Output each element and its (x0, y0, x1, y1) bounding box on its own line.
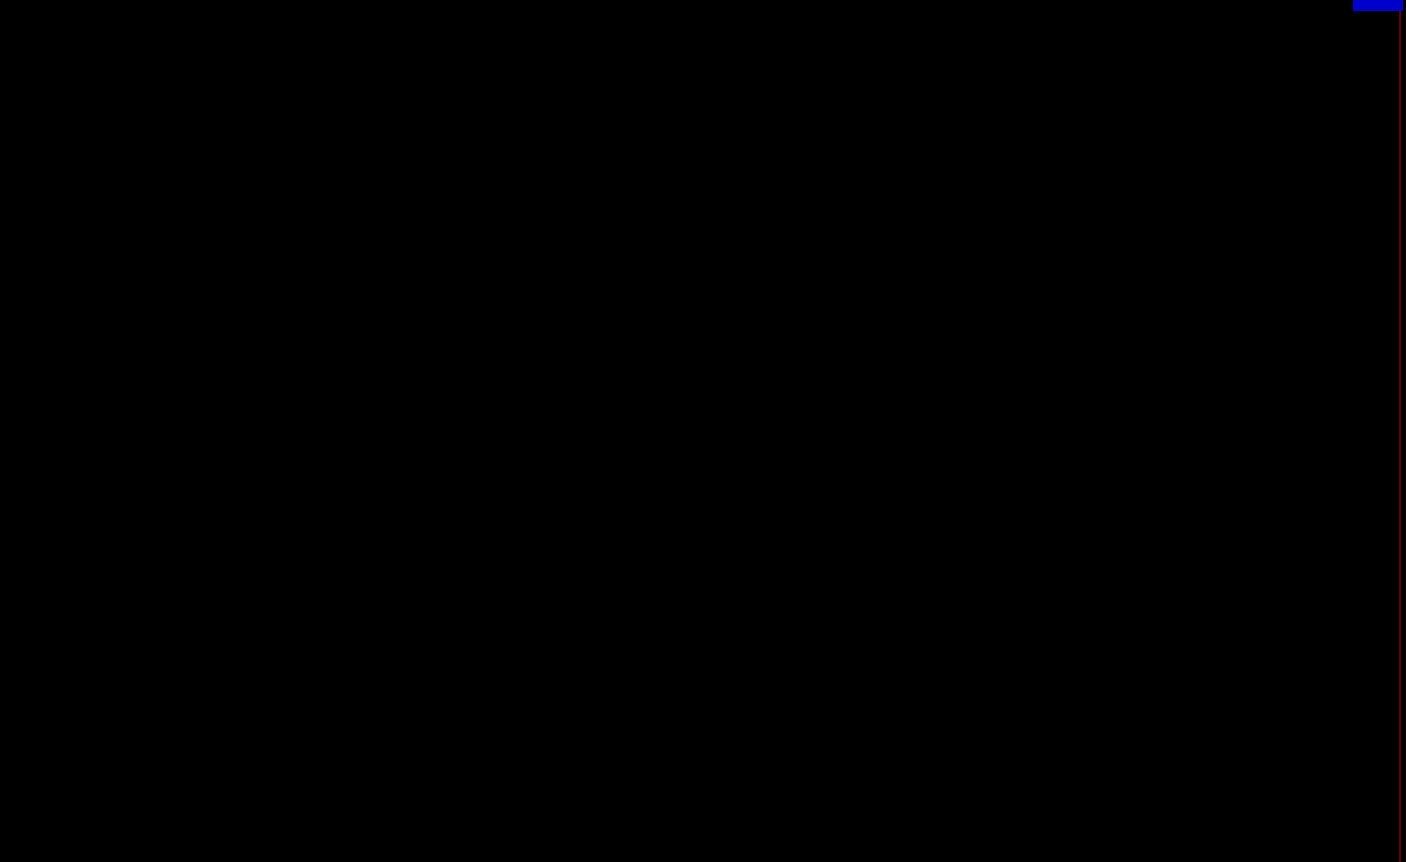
axis-cursor-value-badge (1353, 0, 1403, 11)
marker-button-decrease[interactable] (381, 413, 398, 430)
indicator-item-dont-miss (50, 433, 54, 449)
marker-button-rise[interactable] (487, 413, 504, 430)
indicator-item-bottom-flash (65, 433, 69, 449)
panel-right-border (1399, 0, 1401, 862)
indicator-header (0, 431, 99, 451)
indicator-item-bottom-signal (35, 433, 39, 449)
main-candlestick-chart[interactable] (0, 0, 1406, 430)
trading-app-screen (0, 0, 1406, 862)
indicator-item-zgmt-buy (20, 433, 24, 449)
indicator-item-chance-coming (80, 433, 84, 449)
indicator-subchart[interactable] (0, 430, 1406, 862)
indicator-item-trend (5, 433, 9, 449)
marker-button-fall[interactable] (707, 413, 724, 430)
indicator-item-zgmt-wait (95, 433, 99, 449)
marker-button-rank[interactable] (744, 413, 761, 430)
